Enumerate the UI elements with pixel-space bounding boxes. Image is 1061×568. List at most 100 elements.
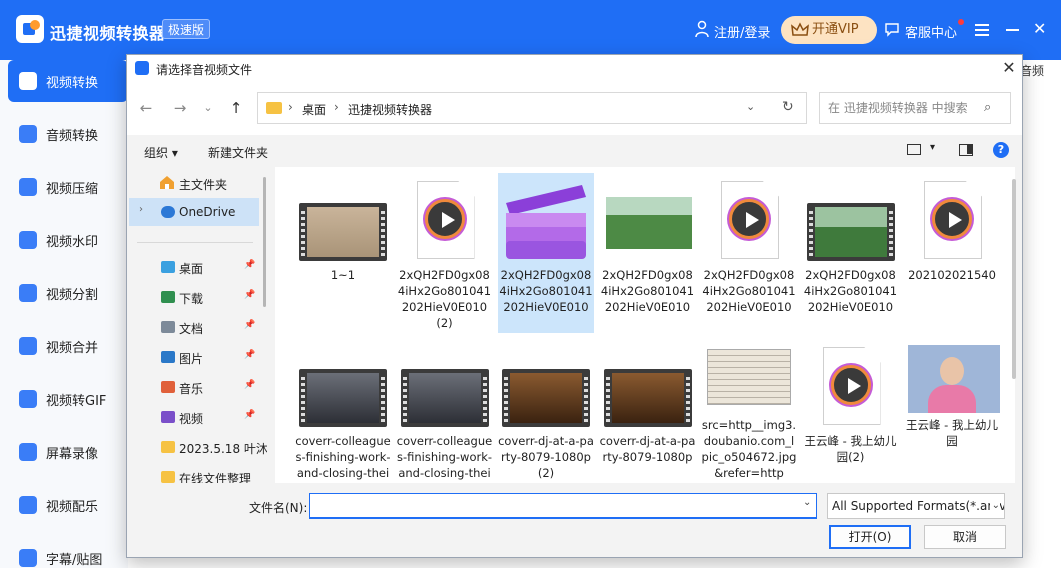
nav-divider [137,242,253,243]
search-box[interactable]: ⌕ [819,92,1011,124]
file-item[interactable]: 2xQH2FD0gx084iHx2Go801041202HieV0E010 [803,173,899,333]
sidebar-item-label: 视频转换 [46,76,99,91]
file-item[interactable]: coverr-dj-at-a-party-8079-1080p(2) [498,339,594,483]
sidebar-item-video-gif[interactable]: 视频转GIF [8,378,128,420]
pin-icon[interactable]: 📌 [244,320,255,330]
nav-item-quick[interactable]: 桌面 📌 [129,253,259,281]
sidebar-item-video-music[interactable]: 视频配乐 [8,484,128,526]
file-item[interactable]: coverr-dj-at-a-party-8079-1080p [600,339,696,483]
file-item[interactable]: 1~1 [295,173,391,333]
view-dropdown-icon[interactable]: ▾ [930,142,935,153]
video-merge-icon [19,337,37,355]
refresh-icon[interactable]: ↻ [782,99,794,115]
file-item[interactable]: 2xQH2FD0gx084iHx2Go801041202HieV0E010 [701,173,797,333]
dialog-close-icon[interactable]: ✕ [999,58,1019,78]
open-button[interactable]: 打开(O) [829,525,911,549]
new-folder-button[interactable]: 新建文件夹 [208,144,268,161]
nav-item-quick[interactable]: 下载 📌 [129,283,259,311]
file-item[interactable]: 2xQH2FD0gx084iHx2Go801041202HieV0E010 [600,173,696,333]
pin-icon[interactable]: 📌 [244,410,255,420]
search-input[interactable] [828,99,978,117]
preview-pane-icon[interactable] [959,144,973,156]
nav-label: 下载 [179,292,204,306]
sidebar-item-video-compress[interactable]: 视频压缩 [8,166,128,208]
recent-chevron-icon[interactable]: ⌄ [197,97,219,119]
filename-dropdown-icon[interactable]: ⌄ [803,497,811,508]
user-icon[interactable] [695,20,709,38]
file-item[interactable]: 王云峰 - 我上幼儿园 [904,339,1000,483]
file-item[interactable]: 202102021540 [904,173,1000,333]
address-dropdown-icon[interactable]: ⌄ [746,100,755,113]
file-item[interactable]: 王云峰 - 我上幼儿园(2) [803,339,899,483]
filmstrip-icon [400,369,489,427]
sidebar-item-subtitle[interactable]: 字幕/贴图 [8,537,128,568]
video-thumbnail [299,179,387,265]
pin-icon[interactable]: 📌 [244,350,255,360]
minimize-icon[interactable] [1006,29,1019,31]
forward-arrow-icon[interactable]: → [169,97,191,119]
pin-icon[interactable]: 📌 [244,260,255,270]
nav-label: 音乐 [179,382,204,396]
sidebar-item-video-merge[interactable]: 视频合并 [8,325,128,367]
sidebar-item-video-convert[interactable]: 视频转换 [8,60,128,102]
expand-chevron-icon[interactable]: › [139,204,143,215]
file-item[interactable]: coverr-colleagues-finishing-work-and-clo… [295,339,391,483]
view-mode-icon[interactable] [907,144,921,155]
filmstrip-icon [603,369,692,427]
up-arrow-icon[interactable]: ↑ [225,97,247,119]
sidebar-item-label: 字幕/贴图 [46,553,103,568]
tab-audio-peek[interactable]: 音频 [1020,62,1044,79]
filename-field[interactable] [309,493,817,519]
search-icon[interactable]: ⌕ [984,100,991,115]
video-convert-icon [19,72,37,90]
menu-icon[interactable] [975,24,989,36]
file-item[interactable]: 2xQH2FD0gx084iHx2Go801041202HieV0E010 [498,173,594,333]
app-close-icon[interactable]: ✕ [1033,21,1047,37]
nav-item-home[interactable]: 主文件夹 [129,169,259,197]
breadcrumb-separator: › [334,100,339,114]
nav-item-onedrive[interactable]: › OneDrive [129,198,259,226]
pin-icon[interactable]: 📌 [244,290,255,300]
organize-menu[interactable]: 组织 ▾ [144,144,178,161]
file-type-select[interactable]: All Supported Formats(*.amv ⌄ [827,493,1005,519]
login-link[interactable]: 注册/登录 [714,22,770,41]
dialog-titlebar: 请选择音视频文件 ✕ [127,55,1022,83]
service-icon[interactable] [884,21,900,37]
file-scrollbar[interactable] [1012,179,1016,379]
video-split-icon [19,284,37,302]
sidebar-item-video-watermark[interactable]: 视频水印 [8,219,128,261]
cancel-button[interactable]: 取消 [924,525,1006,549]
sidebar-item-label: 视频转GIF [46,394,107,409]
nav-item-quick[interactable]: 文档 📌 [129,313,259,341]
sidebar-item-audio-convert[interactable]: 音频转换 [8,113,128,155]
cloud-icon [161,206,175,218]
nav-item-quick[interactable]: 2023.5.18 叶沐 [129,433,267,461]
pin-icon[interactable]: 📌 [244,380,255,390]
video-thumbnail [400,345,489,431]
open-file-dialog: 请选择音视频文件 ✕ ← → ⌄ ↑ › 桌面 › 迅捷视频转换器 ⌄ ↻ ⌕ … [126,54,1023,558]
file-name: src=http__img3.doubanio.com_lpic_o504672… [701,418,797,480]
service-link[interactable]: 客服中心 [905,22,957,41]
nav-item-quick[interactable]: 音乐 📌 [129,373,259,401]
file-list-pane: 1~1 2xQH2FD0gx084iHx2Go801041202HieV0E010… [275,167,1015,483]
filename-input[interactable] [314,497,794,515]
nav-scrollbar[interactable] [263,177,266,307]
file-item[interactable]: coverr-colleagues-finishing-work-and-clo… [397,339,493,483]
sidebar-item-screen-record[interactable]: 屏幕录像 [8,431,128,473]
vip-button[interactable]: 开通VIP [781,16,877,44]
breadcrumb-current[interactable]: 迅捷视频转换器 [348,101,432,118]
back-arrow-icon[interactable]: ← [135,97,157,119]
file-item[interactable]: 2xQH2FD0gx084iHx2Go801041202HieV0E010(2) [397,173,493,333]
help-icon[interactable]: ? [993,142,1009,158]
nav-item-quick[interactable]: 视频 📌 [129,403,259,431]
nav-label: 2023.5.18 叶沐 [179,442,267,456]
file-item[interactable]: src=http__img3.doubanio.com_lpic_o504672… [701,339,797,483]
sidebar-item-video-split[interactable]: 视频分割 [8,272,128,314]
nav-item-quick[interactable]: 在线文件整理 [129,463,259,483]
nav-label: 图片 [179,352,204,366]
folder-icon [161,471,175,483]
audio-convert-icon [19,125,37,143]
address-bar[interactable]: › 桌面 › 迅捷视频转换器 ⌄ ↻ [257,92,807,124]
breadcrumb-desktop[interactable]: 桌面 [302,101,326,118]
nav-item-quick[interactable]: 图片 📌 [129,343,259,371]
